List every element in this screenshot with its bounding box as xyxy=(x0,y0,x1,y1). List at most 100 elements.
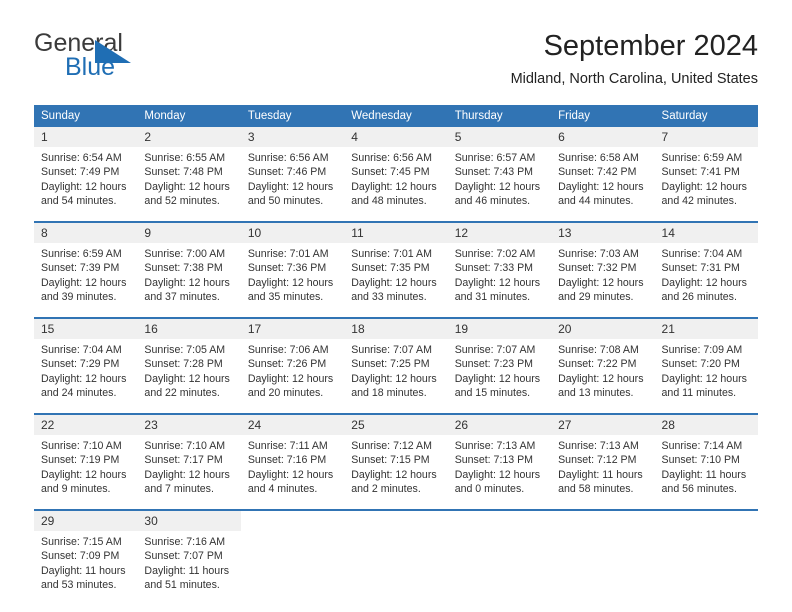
sunrise-time: Sunrise: 7:14 AM xyxy=(661,440,743,452)
day-details: Sunrise: 7:15 AM Sunset: 7:09 PM Daylight:… xyxy=(34,531,137,605)
day-details xyxy=(448,531,551,605)
calendar-day-cell[interactable]: 15 Sunrise: 7:04 AM Sunset: 7:29 PM Dayligh… xyxy=(34,317,138,414)
calendar-day-cell[interactable]: 21 Sunrise: 7:09 AM Sunset: 7:20 PM Dayligh… xyxy=(654,317,758,414)
day-details: Sunrise: 7:03 AM Sunset: 7:32 PM Daylight:… xyxy=(551,243,654,317)
sunset-time: Sunset: 7:46 PM xyxy=(247,166,327,179)
calendar-week-row: 8 Sunrise: 6:59 AM Sunset: 7:39 PM Daylight… xyxy=(34,221,758,318)
calendar-day-cell[interactable]: 28 Sunrise: 7:14 AM Sunset: 7:10 PM Dayligh… xyxy=(654,413,758,510)
sunset-time: Sunset: 7:15 PM xyxy=(351,454,430,467)
day-details: Sunrise: 7:01 AM Sunset: 7:35 PM Daylight:… xyxy=(344,243,447,317)
day-number xyxy=(654,511,758,531)
day-details: Sunrise: 7:12 AM Sunset: 7:15 PM Daylight:… xyxy=(344,435,447,509)
page-subtitle-location: Midland, North Carolina, United States xyxy=(510,71,758,87)
daylight-duration-line1: Daylight: 12 hours xyxy=(661,372,747,385)
calendar-day-cell[interactable]: 23 Sunrise: 7:10 AM Sunset: 7:17 PM Dayligh… xyxy=(137,413,241,510)
daylight-duration-line2: and 22 minutes. xyxy=(144,386,220,399)
sunrise-time: Sunrise: 6:59 AM xyxy=(661,152,743,164)
day-number: 22 xyxy=(34,415,138,435)
sunset-time: Sunset: 7:39 PM xyxy=(41,262,120,275)
sunset-time: Sunset: 7:20 PM xyxy=(661,358,740,371)
sunset-time: Sunset: 7:10 PM xyxy=(661,454,740,467)
daylight-duration-line2: and 44 minutes. xyxy=(558,194,634,207)
calendar-day-cell[interactable]: 13 Sunrise: 7:03 AM Sunset: 7:32 PM Dayligh… xyxy=(551,221,655,318)
daylight-duration-line2: and 51 minutes. xyxy=(144,578,220,591)
calendar-day-cell[interactable]: 1 Sunrise: 6:54 AM Sunset: 7:49 PM Daylight… xyxy=(34,127,138,222)
calendar-day-cell[interactable]: 20 Sunrise: 7:08 AM Sunset: 7:22 PM Dayligh… xyxy=(551,317,655,414)
calendar-day-cell[interactable]: 17 Sunrise: 7:06 AM Sunset: 7:26 PM Dayligh… xyxy=(240,317,345,414)
day-details: Sunrise: 6:56 AM Sunset: 7:46 PM Daylight:… xyxy=(241,147,344,221)
calendar-week-row: 15 Sunrise: 7:04 AM Sunset: 7:29 PM Dayligh… xyxy=(34,317,758,414)
sunset-time: Sunset: 7:31 PM xyxy=(661,262,740,275)
sunset-time: Sunset: 7:28 PM xyxy=(144,358,223,371)
calendar-day-cell[interactable]: 19 Sunrise: 7:07 AM Sunset: 7:23 PM Dayligh… xyxy=(447,317,552,414)
page-header: General Blue September 2024 Midland, Nor… xyxy=(34,28,758,98)
daylight-duration-line1: Daylight: 12 hours xyxy=(661,180,747,193)
daylight-duration-line2: and 18 minutes. xyxy=(351,386,427,399)
daylight-duration-line1: Daylight: 12 hours xyxy=(351,468,437,481)
day-details: Sunrise: 7:13 AM Sunset: 7:12 PM Daylight:… xyxy=(551,435,654,509)
calendar-day-cell[interactable]: 27 Sunrise: 7:13 AM Sunset: 7:12 PM Dayligh… xyxy=(551,413,655,510)
calendar-day-cell[interactable]: 25 Sunrise: 7:12 AM Sunset: 7:15 PM Dayligh… xyxy=(344,413,448,510)
daylight-duration-line2: and 50 minutes. xyxy=(247,194,324,207)
calendar-day-cell[interactable]: 26 Sunrise: 7:13 AM Sunset: 7:13 PM Dayligh… xyxy=(447,413,552,510)
daylight-duration-line1: Daylight: 12 hours xyxy=(454,276,541,289)
calendar-day-cell[interactable]: 16 Sunrise: 7:05 AM Sunset: 7:28 PM Dayligh… xyxy=(137,317,241,414)
day-details: Sunrise: 7:04 AM Sunset: 7:31 PM Daylight:… xyxy=(655,243,758,317)
day-number: 23 xyxy=(137,415,241,435)
day-details: Sunrise: 7:08 AM Sunset: 7:22 PM Daylight:… xyxy=(551,339,654,413)
sunrise-time: Sunrise: 7:13 AM xyxy=(454,440,536,452)
calendar-day-cell[interactable]: 30 Sunrise: 7:16 AM Sunset: 7:07 PM Dayligh… xyxy=(137,509,241,605)
daylight-duration-line2: and 37 minutes. xyxy=(144,290,220,303)
calendar-day-cell[interactable]: 2 Sunrise: 6:55 AM Sunset: 7:48 PM Daylight… xyxy=(137,127,241,222)
day-details: Sunrise: 7:00 AM Sunset: 7:38 PM Daylight:… xyxy=(137,243,240,317)
day-details: Sunrise: 6:59 AM Sunset: 7:41 PM Daylight:… xyxy=(655,147,758,221)
day-details: Sunrise: 6:56 AM Sunset: 7:45 PM Daylight:… xyxy=(344,147,447,221)
calendar-day-cell[interactable]: 8 Sunrise: 6:59 AM Sunset: 7:39 PM Daylight… xyxy=(34,221,138,318)
daylight-duration-line1: Daylight: 12 hours xyxy=(144,372,230,385)
day-details: Sunrise: 7:05 AM Sunset: 7:28 PM Daylight:… xyxy=(137,339,240,413)
daylight-duration-line1: Daylight: 11 hours xyxy=(41,564,126,577)
calendar-day-cell[interactable]: 22 Sunrise: 7:10 AM Sunset: 7:19 PM Dayligh… xyxy=(34,413,138,510)
daylight-duration-line2: and 35 minutes. xyxy=(247,290,324,303)
calendar-day-cell[interactable]: 3 Sunrise: 6:56 AM Sunset: 7:46 PM Daylight… xyxy=(240,127,345,222)
day-details: Sunrise: 6:57 AM Sunset: 7:43 PM Daylight:… xyxy=(448,147,551,221)
calendar-day-cell[interactable]: 6 Sunrise: 6:58 AM Sunset: 7:42 PM Daylight… xyxy=(551,127,655,222)
sunset-time: Sunset: 7:45 PM xyxy=(351,166,430,179)
calendar-day-cell[interactable]: 5 Sunrise: 6:57 AM Sunset: 7:43 PM Daylight… xyxy=(447,127,552,222)
weekday-header-tuesday: Tuesday xyxy=(240,105,345,127)
calendar-week-row: 22 Sunrise: 7:10 AM Sunset: 7:19 PM Dayligh… xyxy=(34,413,758,510)
day-details xyxy=(241,531,344,605)
daylight-duration-line2: and 39 minutes. xyxy=(41,290,117,303)
calendar-container: Sunday Monday Tuesday Wednesday Thursday… xyxy=(34,105,758,605)
calendar-day-cell[interactable]: 24 Sunrise: 7:11 AM Sunset: 7:16 PM Dayligh… xyxy=(240,413,345,510)
calendar-day-cell[interactable]: 4 Sunrise: 6:56 AM Sunset: 7:45 PM Daylight… xyxy=(344,127,448,222)
calendar-day-cell[interactable]: 12 Sunrise: 7:02 AM Sunset: 7:33 PM Dayligh… xyxy=(447,221,552,318)
day-number: 6 xyxy=(551,127,655,147)
daylight-duration-line2: and 58 minutes. xyxy=(558,482,634,495)
daylight-duration-line1: Daylight: 12 hours xyxy=(144,468,230,481)
calendar-day-cell[interactable]: 14 Sunrise: 7:04 AM Sunset: 7:31 PM Dayligh… xyxy=(654,221,758,318)
general-blue-logo[interactable]: General Blue xyxy=(34,28,244,88)
sunset-time: Sunset: 7:09 PM xyxy=(41,550,120,563)
day-details xyxy=(344,531,447,605)
sunset-time: Sunset: 7:32 PM xyxy=(558,262,637,275)
calendar-day-cell[interactable]: 11 Sunrise: 7:01 AM Sunset: 7:35 PM Dayligh… xyxy=(344,221,448,318)
daylight-duration-line2: and 29 minutes. xyxy=(558,290,634,303)
weekday-header-saturday: Saturday xyxy=(654,105,758,127)
daylight-duration-line2: and 52 minutes. xyxy=(144,194,220,207)
daylight-duration-line1: Daylight: 12 hours xyxy=(454,180,541,193)
day-number: 1 xyxy=(34,127,138,147)
calendar-empty-cell xyxy=(447,509,552,605)
weekday-header-friday: Friday xyxy=(551,105,655,127)
day-number: 20 xyxy=(551,319,655,339)
day-number: 13 xyxy=(551,223,655,243)
day-number: 24 xyxy=(240,415,345,435)
calendar-day-cell[interactable]: 29 Sunrise: 7:15 AM Sunset: 7:09 PM Dayligh… xyxy=(34,509,138,605)
calendar-day-cell[interactable]: 9 Sunrise: 7:00 AM Sunset: 7:38 PM Daylight… xyxy=(137,221,241,318)
sunrise-time: Sunrise: 7:15 AM xyxy=(41,536,122,548)
day-number: 9 xyxy=(137,223,241,243)
calendar-day-cell[interactable]: 7 Sunrise: 6:59 AM Sunset: 7:41 PM Daylight… xyxy=(654,127,758,222)
calendar-body: 1 Sunrise: 6:54 AM Sunset: 7:49 PM Daylight… xyxy=(34,127,758,605)
calendar-day-cell[interactable]: 10 Sunrise: 7:01 AM Sunset: 7:36 PM Dayligh… xyxy=(240,221,345,318)
calendar-day-cell[interactable]: 18 Sunrise: 7:07 AM Sunset: 7:25 PM Dayligh… xyxy=(344,317,448,414)
